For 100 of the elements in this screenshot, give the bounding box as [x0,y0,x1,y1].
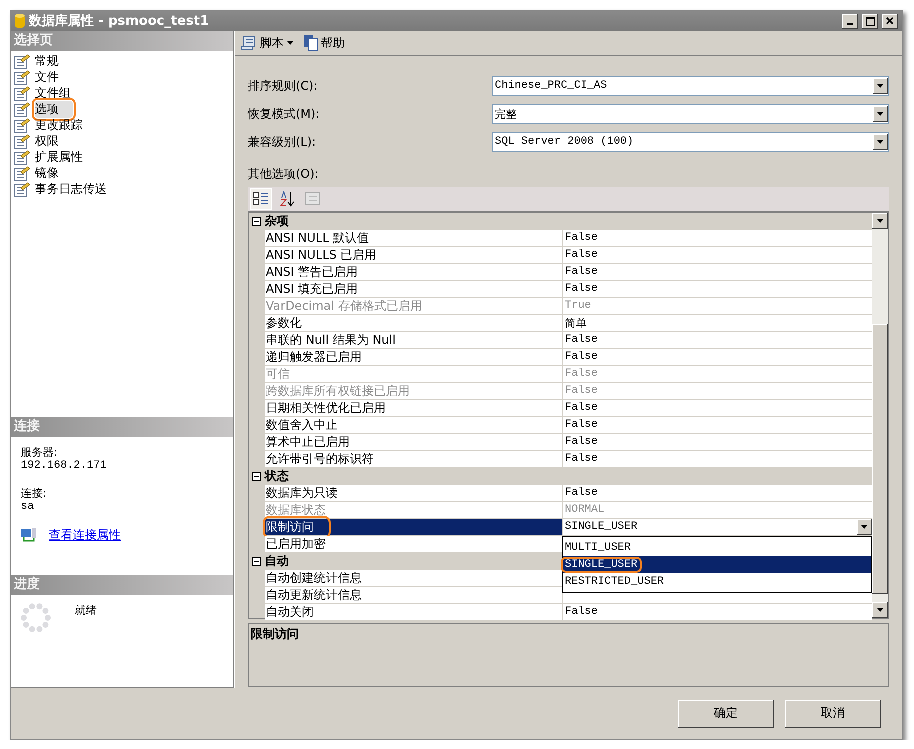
property-name-cell[interactable]: 自动更新统计信息 [265,587,563,604]
property-name: ANSI 填充已启用 [266,280,358,298]
page-icon [14,150,31,164]
dropdown-field[interactable]: SQL Server 2008 (100) [492,132,889,152]
property-value-cell[interactable]: False [563,247,872,264]
page-icon [14,118,31,132]
dropdown-field[interactable]: Chinese_PRC_CI_AS [492,76,889,96]
property-name: VarDecimal 存储格式已启用 [266,298,422,314]
property-value-cell[interactable]: False [563,417,872,434]
sidebar-item[interactable]: 常规 [35,52,59,70]
close-icon [886,17,894,25]
property-name-cell[interactable]: 串联的 Null 结果为 Null [265,332,563,349]
page-icon [14,182,31,196]
category-name: 杂项 [265,213,289,230]
property-name-cell[interactable]: 自动关闭 [265,604,563,621]
property-name: 算术中止已启用 [266,434,350,450]
category-name: 状态 [265,468,289,485]
description-title: 限制访问 [251,627,299,641]
property-name-cell[interactable]: 限制访问 [265,519,563,536]
field-label: 排序规则(C): [248,78,319,94]
property-name: 允许带引号的标识符 [266,450,374,468]
property-name-cell[interactable]: 日期相关性优化已启用 [265,400,563,417]
ok-button[interactable]: 确定 [678,700,774,728]
property-name-cell[interactable]: 自动创建统计信息 [265,570,563,587]
field-label: 兼容级别(L): [248,134,318,150]
property-name: 递归触发器已启用 [266,348,362,366]
server-label: 服务器: [21,445,59,460]
collapse-icon[interactable] [252,217,261,226]
connection-properties-link[interactable]: 查看连接属性 [49,527,121,544]
property-name-cell[interactable]: ANSI NULL 默认值 [265,230,563,247]
property-value-cell[interactable]: False [563,264,872,281]
property-name-cell[interactable]: 允许带引号的标识符 [265,451,563,468]
property-value: False [564,334,598,346]
property-value-cell[interactable]: False [563,604,872,621]
property-name: 可信 [266,366,290,382]
sidebar-item[interactable]: 文件组 [35,84,71,102]
property-name: 跨数据库所有权链接已启用 [266,382,410,400]
property-name: 限制访问 [266,518,328,536]
property-value: False [564,385,598,397]
sidebar-item[interactable]: 选项 [35,100,73,118]
script-button[interactable]: 脚本 [239,34,296,52]
property-name-cell[interactable]: 参数化 [265,315,563,332]
down-arrow-icon [876,608,884,612]
pane-header: 进度 [11,575,233,595]
menu-option[interactable]: SINGLE_USER [563,556,871,573]
page-icon [14,70,31,84]
property-value: False [564,368,598,380]
property-name-cell[interactable]: 数值舍入中止 [265,417,563,434]
page-icon [14,54,31,68]
property-value: SINGLE_USER [564,521,638,533]
sidebar-item[interactable]: 文件 [35,68,59,86]
property-value-cell[interactable]: False [563,281,872,298]
maximize-button[interactable] [862,14,878,28]
property-name: ANSI NULL 默认值 [266,230,370,246]
section-label: 其他选项(O): [248,166,320,183]
property-value: False [564,283,598,295]
collapse-icon[interactable] [252,472,261,481]
property-value: False [564,606,598,618]
minimize-button[interactable] [842,14,858,28]
property-name: 参数化 [266,314,302,332]
property-value-cell[interactable]: False [563,400,872,417]
up-arrow-icon [876,219,884,223]
property-value: False [564,453,598,465]
property-value-cell[interactable]: False [563,332,872,349]
property-value-cell[interactable]: False [563,349,872,366]
help-button[interactable]: 帮助 [302,34,347,52]
property-name-cell[interactable]: ANSI NULLS 已启用 [265,247,563,264]
property-name-cell[interactable]: 递归触发器已启用 [265,349,563,366]
property-value-cell[interactable]: False [563,451,872,468]
sidebar-item[interactable]: 权限 [35,132,59,150]
property-name-cell[interactable]: ANSI 警告已启用 [265,264,563,281]
property-name-cell[interactable]: 数据库为只读 [265,485,563,502]
dropdown-field[interactable]: 完整 [492,104,889,124]
dropdown-button[interactable] [857,519,872,535]
caret-icon [877,84,884,88]
sidebar-item[interactable]: 事务日志传送 [35,180,107,198]
property-value: False [564,436,598,448]
caret-icon [877,140,884,144]
property-value: NORMAL [564,504,605,516]
property-value: False [564,351,598,363]
property-value-cell[interactable]: 简单 [563,315,872,332]
property-value: False [564,402,598,414]
property-value-cell[interactable]: False [563,485,872,502]
collapse-icon[interactable] [252,557,261,566]
property-name: 日期相关性优化已启用 [266,400,386,416]
close-button[interactable] [882,14,898,28]
category-name: 自动 [265,553,289,570]
property-value: False [564,249,598,261]
sidebar-item[interactable]: 更改跟踪 [35,116,83,134]
sidebar-item[interactable]: 扩展属性 [35,148,83,166]
sidebar-item[interactable]: 镜像 [35,164,59,182]
categorized-button[interactable] [250,188,272,210]
property-name-cell[interactable]: 已启用加密 [265,536,563,553]
property-name-cell[interactable]: ANSI 填充已启用 [265,281,563,298]
cancel-button[interactable]: 取消 [785,700,881,728]
property-name-cell[interactable]: 算术中止已启用 [265,434,563,451]
property-value-cell[interactable]: False [563,434,872,451]
property-value-cell[interactable]: False [563,230,872,247]
scrollbar[interactable] [872,213,888,618]
property-name: 已启用加密 [266,536,326,552]
